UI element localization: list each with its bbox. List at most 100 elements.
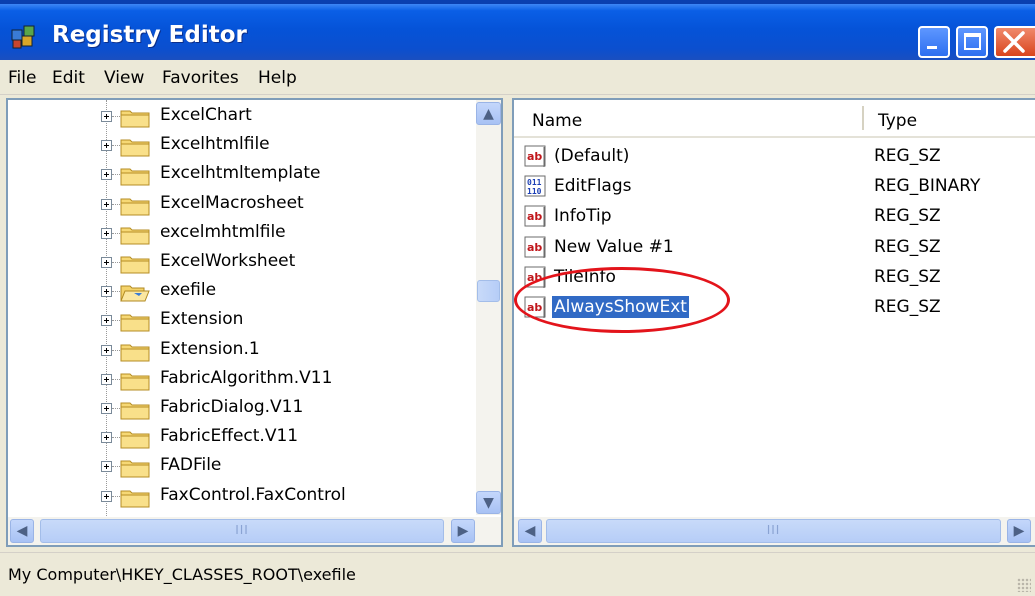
string-value-icon: ab (524, 236, 548, 260)
values-scroll-right-button[interactable]: ▶ (1007, 519, 1031, 543)
value-name: EditFlags (554, 176, 632, 197)
values-pane[interactable]: Name Type ab (Default) REG_SZ 011 110 EditFla… (512, 98, 1035, 547)
svg-text:011: 011 (527, 178, 542, 187)
tree-item[interactable]: ExcelMacrosheet (8, 190, 478, 219)
open-folder-icon (120, 283, 150, 303)
menu-file[interactable]: File (8, 68, 36, 88)
column-header-type[interactable]: Type (878, 111, 917, 131)
tree-connector (112, 349, 120, 351)
value-row[interactable]: ab InfoTip REG_SZ (514, 202, 1035, 232)
tree-horizontal-scrollbar[interactable]: ◀ III ▶ (8, 517, 501, 545)
tree-vertical-scrollbar[interactable]: ▲ ▼ (476, 100, 501, 515)
scroll-up-button[interactable]: ▲ (476, 102, 501, 125)
expand-plus-icon[interactable] (101, 169, 112, 181)
value-row[interactable]: ab New Value #1 REG_SZ (514, 233, 1035, 263)
value-name: InfoTip (554, 206, 612, 227)
tree-scroll-left-button[interactable]: ◀ (10, 519, 34, 543)
tree-vertical-thumb[interactable] (477, 280, 500, 302)
close-button[interactable] (994, 26, 1035, 58)
binary-value-icon: 011 110 (524, 175, 548, 199)
expand-plus-icon[interactable] (101, 286, 112, 298)
column-divider[interactable] (862, 106, 864, 130)
folder-icon (120, 196, 150, 216)
menu-favorites[interactable]: Favorites (162, 68, 239, 88)
tree-item-label: excelmhtmlfile (160, 221, 286, 242)
title-bar[interactable]: Registry Editor (0, 0, 1035, 60)
expand-plus-icon[interactable] (101, 373, 112, 385)
value-row[interactable]: ab (Default) REG_SZ (514, 142, 1035, 172)
expand-plus-icon[interactable] (101, 315, 112, 327)
tree-item-label: ExcelMacrosheet (160, 192, 304, 213)
value-name: (Default) (554, 146, 630, 166)
status-path: My Computer\HKEY_CLASSES_ROOT\exefile (8, 565, 356, 584)
resize-grip-icon[interactable] (1017, 578, 1031, 592)
expand-plus-icon[interactable] (101, 227, 112, 239)
expand-plus-icon[interactable] (101, 490, 112, 502)
tree-item[interactable]: ExcelWorksheet (8, 248, 478, 277)
expand-plus-icon[interactable] (101, 461, 112, 473)
value-name: New Value #1 (554, 236, 674, 257)
tree-item[interactable]: Excelhtmlfile (8, 131, 478, 160)
close-icon (1003, 31, 1025, 53)
tree-item[interactable]: Excelhtmltemplate (8, 160, 478, 189)
folder-icon (120, 400, 150, 420)
menu-edit[interactable]: Edit (52, 68, 85, 88)
string-value-icon: ab (524, 266, 548, 290)
value-row[interactable]: ab TileInfo REG_SZ (514, 263, 1035, 293)
column-header-name[interactable]: Name (532, 111, 582, 131)
expand-plus-icon[interactable] (101, 111, 112, 122)
expand-plus-icon[interactable] (101, 198, 112, 210)
tree-item[interactable]: FADFile (8, 452, 478, 481)
value-row[interactable]: 011 110 EditFlags REG_BINARY (514, 172, 1035, 202)
tree-scroll-right-button[interactable]: ▶ (451, 519, 475, 543)
maximize-button[interactable] (956, 26, 988, 58)
value-row[interactable]: ab AlwaysShowExt REG_SZ (514, 293, 1035, 323)
chevron-right-icon: ▶ (1013, 523, 1025, 539)
scroll-down-button[interactable]: ▼ (476, 491, 501, 514)
values-scroll-left-button[interactable]: ◀ (518, 519, 542, 543)
expand-plus-icon[interactable] (101, 257, 112, 268)
tree-item-label: FaxControl.FaxControl (160, 484, 346, 505)
tree-connector (112, 495, 120, 497)
folder-icon (120, 371, 150, 391)
svg-text:110: 110 (527, 187, 542, 196)
value-type: REG_BINARY (874, 176, 981, 197)
tree-horizontal-thumb[interactable]: III (40, 519, 444, 543)
svg-text:ab: ab (527, 241, 542, 254)
tree-item-label: Extension.1 (160, 338, 260, 359)
tree-item[interactable]: Extension (8, 306, 478, 335)
tree-item-label: FabricAlgorithm.V11 (160, 367, 333, 388)
folder-icon (120, 137, 150, 157)
values-horizontal-thumb[interactable]: III (546, 519, 1001, 543)
folder-icon (120, 488, 150, 508)
string-value-icon: ab (524, 296, 548, 320)
menu-help[interactable]: Help (258, 68, 297, 88)
tree-connector (112, 320, 120, 322)
menu-bar: File Edit View Favorites Help (0, 62, 1035, 95)
minimize-button[interactable] (918, 26, 950, 58)
expand-plus-icon[interactable] (101, 432, 112, 444)
expand-plus-icon[interactable] (101, 140, 112, 152)
tree-connector (112, 116, 120, 117)
chevron-left-icon: ◀ (16, 523, 28, 539)
tree-item-label: exefile (160, 280, 217, 301)
folder-icon (120, 166, 150, 186)
expand-plus-icon[interactable] (101, 403, 112, 414)
chevron-up-icon: ▲ (483, 105, 494, 122)
value-type: REG_SZ (874, 297, 941, 317)
tree-item[interactable]: FabricEffect.V11 (8, 423, 478, 452)
tree-item[interactable]: ExcelChart (8, 102, 478, 131)
tree-item[interactable]: FabricDialog.V11 (8, 394, 478, 423)
tree-item[interactable]: Extension.1 (8, 336, 478, 365)
tree-item[interactable]: excelmhtmlfile (8, 219, 478, 248)
tree-connector (112, 145, 120, 147)
svg-text:ab: ab (527, 210, 542, 223)
tree-item[interactable]: FaxControl.FaxControl (8, 482, 478, 511)
key-tree-pane[interactable]: ExcelChart Excelhtmlfile Excelhtmltemplate… (6, 98, 503, 547)
tree-item[interactable]: FabricAlgorithm.V11 (8, 365, 478, 394)
tree-item[interactable]: exefile (8, 277, 478, 306)
expand-plus-icon[interactable] (101, 344, 112, 356)
value-type: REG_SZ (874, 146, 941, 166)
menu-view[interactable]: View (104, 68, 144, 88)
values-horizontal-scrollbar[interactable]: ◀ III ▶ (514, 517, 1035, 545)
